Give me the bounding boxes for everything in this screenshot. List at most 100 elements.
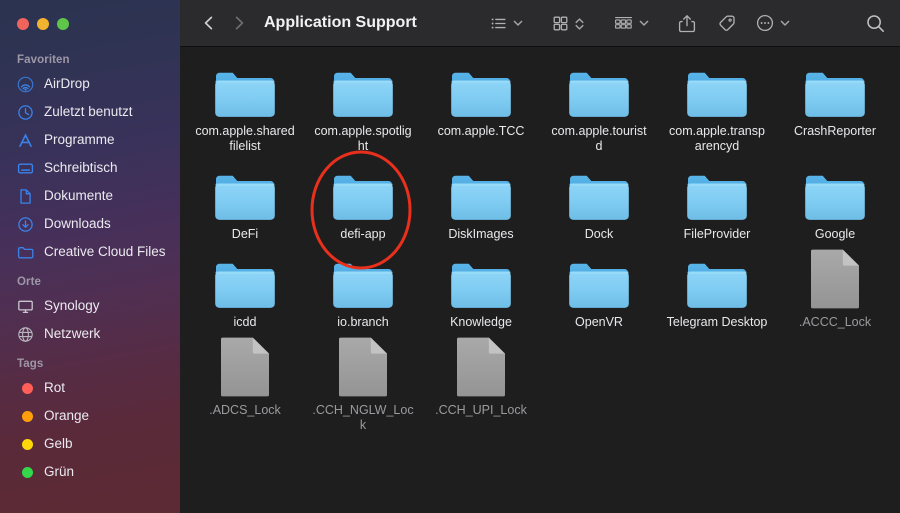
folder-icon <box>332 254 394 310</box>
folder-item[interactable]: defi-app <box>304 164 422 242</box>
sidebar-item-tag-gelb[interactable]: Gelb <box>0 430 180 458</box>
folder-item[interactable]: OpenVR <box>540 252 658 330</box>
folder-icon <box>332 166 394 222</box>
maximize-button[interactable] <box>57 18 69 30</box>
folder-glyph <box>333 263 393 308</box>
sidebar-item-creative-cloud-files[interactable]: Creative Cloud Files <box>0 238 180 266</box>
chevron-down-icon[interactable] <box>511 16 525 30</box>
download-icon <box>17 216 34 233</box>
back-button[interactable] <box>194 8 224 38</box>
more-actions-control[interactable] <box>755 13 792 33</box>
file-label: io.branch <box>337 315 389 329</box>
folder-icon <box>804 166 866 222</box>
sidebar-section-tags: Tags <box>17 358 44 370</box>
view-grid-control[interactable] <box>551 14 587 33</box>
sidebar-item-label: Netzwerk <box>44 326 101 342</box>
folder-icon <box>450 63 512 119</box>
forward-button[interactable] <box>224 8 254 38</box>
folder-item[interactable]: Knowledge <box>422 252 540 330</box>
folder-item[interactable]: DeFi <box>186 164 304 242</box>
toolbar: Application Support <box>180 0 900 47</box>
file-label: Knowledge <box>450 315 512 329</box>
folder-glyph <box>805 72 865 117</box>
file-item[interactable]: .CCH_UPI_Lock <box>422 337 540 433</box>
sidebar-item-dokumente[interactable]: Dokumente <box>0 182 180 210</box>
file-label: DiskImages <box>448 227 514 241</box>
folder-glyph <box>687 175 747 220</box>
display-icon <box>17 298 34 315</box>
file-label: com.apple.touristd <box>551 124 647 153</box>
file-item[interactable]: .ACCC_Lock <box>776 249 894 330</box>
folder-item[interactable]: icdd <box>186 252 304 330</box>
clock-icon <box>17 104 34 121</box>
folder-glyph <box>687 72 747 117</box>
more-actions-icon[interactable] <box>755 13 775 33</box>
folder-item[interactable]: DiskImages <box>422 164 540 242</box>
folder-glyph <box>451 263 511 308</box>
file-label: DeFi <box>231 227 259 241</box>
sidebar-item-label: Zuletzt benutzt <box>44 104 133 120</box>
folder-glyph <box>687 263 747 308</box>
sidebar-item-airdrop[interactable]: AirDrop <box>0 70 180 98</box>
sidebar-item-zuletzt-benutzt[interactable]: Zuletzt benutzt <box>0 98 180 126</box>
group-by-control[interactable] <box>613 14 651 33</box>
sidebar-item-netzwerk[interactable]: Netzwerk <box>0 320 180 348</box>
search-icon[interactable] <box>865 13 886 34</box>
sidebar-item-tag-orange[interactable]: Orange <box>0 402 180 430</box>
folder-item[interactable]: CrashReporter <box>776 61 894 154</box>
file-item[interactable]: .ADCS_Lock <box>186 337 304 433</box>
file-label: Telegram Desktop <box>666 315 768 329</box>
stepper-up-down-icon[interactable] <box>573 16 587 30</box>
folder-glyph <box>451 72 511 117</box>
tag-icon[interactable] <box>715 13 737 33</box>
file-label: .CCH_NGLW_Lock <box>312 403 414 432</box>
folder-icon <box>332 63 394 119</box>
folder-icon <box>214 166 276 222</box>
sidebar-item-label: Gelb <box>44 436 73 452</box>
view-list-control[interactable] <box>489 14 525 33</box>
chevron-down-icon[interactable] <box>637 16 651 30</box>
document-icon <box>455 337 507 398</box>
file-item[interactable]: .CCH_NGLW_Lock <box>304 337 422 433</box>
folder-glyph <box>569 72 629 117</box>
sidebar-item-label: Grün <box>44 464 75 480</box>
grid-view-icon[interactable] <box>551 14 570 33</box>
folder-item[interactable]: Dock <box>540 164 658 242</box>
file-label: .CCH_UPI_Lock <box>435 403 527 417</box>
folder-item[interactable]: com.apple.touristd <box>540 61 658 154</box>
folder-item[interactable]: com.apple.transparencyd <box>658 61 776 154</box>
list-view-icon[interactable] <box>489 14 508 33</box>
desktop-icon <box>17 160 34 177</box>
share-icon[interactable] <box>677 13 697 34</box>
chevron-down-icon[interactable] <box>778 16 792 30</box>
folder-icon <box>686 254 748 310</box>
sidebar-item-tag-gruen[interactable]: Grün <box>0 458 180 486</box>
document-icon <box>337 337 389 398</box>
file-label: OpenVR <box>575 315 623 329</box>
group-by-icon[interactable] <box>613 14 634 33</box>
folder-item[interactable]: Telegram Desktop <box>658 252 776 330</box>
close-button[interactable] <box>17 18 29 30</box>
folder-icon <box>214 63 276 119</box>
sidebar-item-schreibtisch[interactable]: Schreibtisch <box>0 154 180 182</box>
file-label: Google <box>814 227 856 241</box>
file-label: Dock <box>584 227 614 241</box>
folder-item[interactable]: com.apple.TCC <box>422 61 540 154</box>
document-icon <box>219 337 271 398</box>
folder-item[interactable]: com.apple.sharedfilelist <box>186 61 304 154</box>
folder-item[interactable]: FileProvider <box>658 164 776 242</box>
minimize-button[interactable] <box>37 18 49 30</box>
folder-item[interactable]: com.apple.spotlight <box>304 61 422 154</box>
document-glyph <box>811 249 859 309</box>
sidebar-item-programme[interactable]: Programme <box>0 126 180 154</box>
folder-item[interactable]: io.branch <box>304 252 422 330</box>
folder-glyph <box>215 263 275 308</box>
sidebar-item-downloads[interactable]: Downloads <box>0 210 180 238</box>
sidebar-item-synology[interactable]: Synology <box>0 292 180 320</box>
sidebar-item-tag-rot[interactable]: Rot <box>0 374 180 402</box>
folder-item[interactable]: Google <box>776 164 894 242</box>
file-label: com.apple.TCC <box>437 124 525 138</box>
folder-glyph <box>569 263 629 308</box>
sidebar-item-label: AirDrop <box>44 76 90 92</box>
file-label: com.apple.transparencyd <box>669 124 765 153</box>
